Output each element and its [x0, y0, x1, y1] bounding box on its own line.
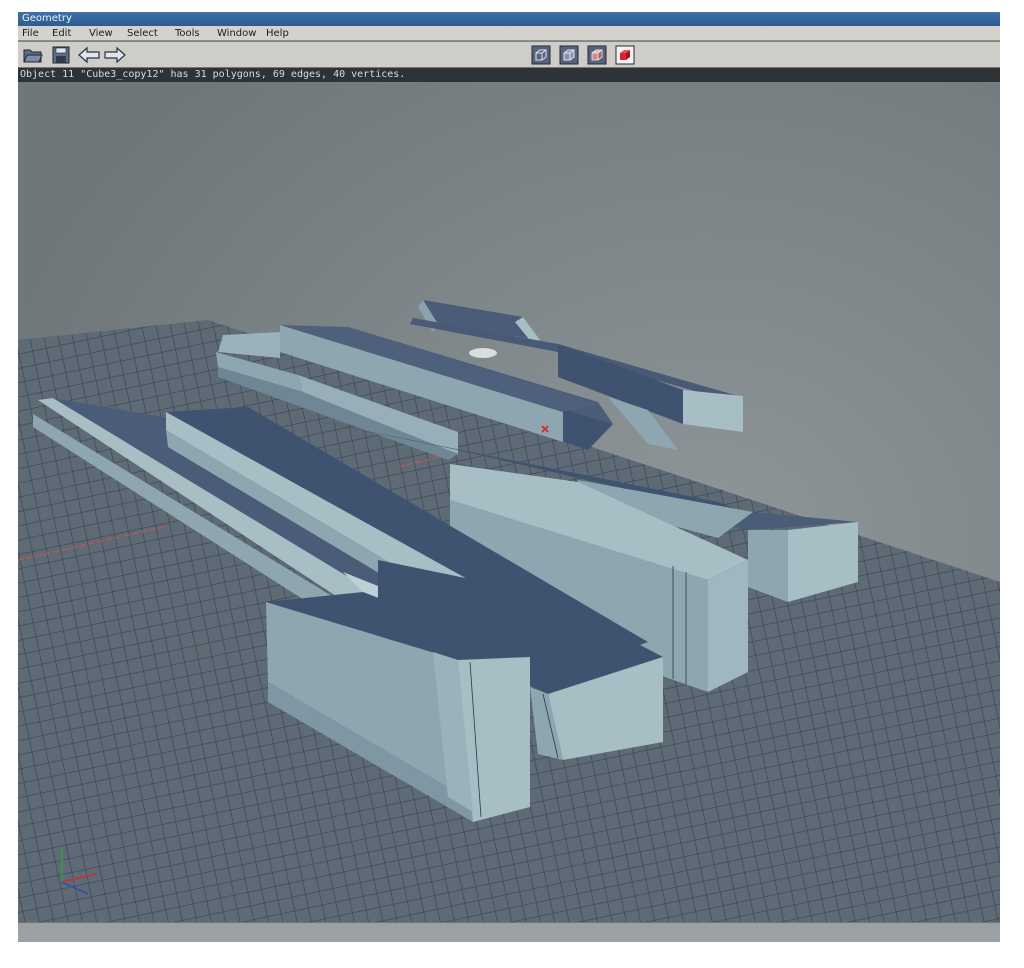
save-disk-icon — [52, 46, 70, 64]
title-bar[interactable]: Geometry — [18, 12, 1000, 26]
view-hidden-line-button[interactable] — [558, 44, 580, 66]
menu-file[interactable]: File — [22, 26, 39, 41]
menu-window[interactable]: Window — [217, 26, 256, 41]
toolbar — [18, 42, 1000, 68]
hidden-line-cube-icon — [559, 45, 579, 65]
view-solid-button[interactable] — [614, 44, 636, 66]
save-button[interactable] — [50, 44, 72, 66]
menu-bar: File Edit View Select Tools Window Help — [18, 26, 1000, 41]
3d-viewport[interactable] — [18, 82, 1000, 922]
menu-view[interactable]: View — [89, 26, 113, 41]
view-flat-shaded-button[interactable] — [586, 44, 608, 66]
undo-button[interactable] — [78, 44, 100, 66]
open-folder-icon — [23, 49, 43, 63]
bottom-bar — [18, 922, 1000, 942]
application-window: Geometry File Edit View Select Tools Win… — [18, 12, 1000, 942]
menu-help[interactable]: Help — [266, 26, 289, 41]
flat-shaded-cube-icon — [587, 45, 607, 65]
view-wireframe-button[interactable] — [530, 44, 552, 66]
undo-arrow-icon — [78, 46, 100, 64]
redo-arrow-icon — [104, 46, 126, 64]
menu-select[interactable]: Select — [127, 26, 158, 41]
status-bar: Object 11 "Cube3_copy12" has 31 polygons… — [18, 68, 1000, 82]
status-message: Object 11 "Cube3_copy12" has 31 polygons… — [20, 69, 406, 80]
menu-tools[interactable]: Tools — [175, 26, 200, 41]
window-title: Geometry — [22, 13, 72, 24]
solid-red-cube-icon — [615, 45, 635, 65]
redo-button[interactable] — [104, 44, 126, 66]
open-button[interactable] — [22, 44, 44, 66]
viewport-canvas[interactable] — [18, 82, 1000, 922]
wireframe-cube-icon — [531, 45, 551, 65]
menu-edit[interactable]: Edit — [52, 26, 71, 41]
